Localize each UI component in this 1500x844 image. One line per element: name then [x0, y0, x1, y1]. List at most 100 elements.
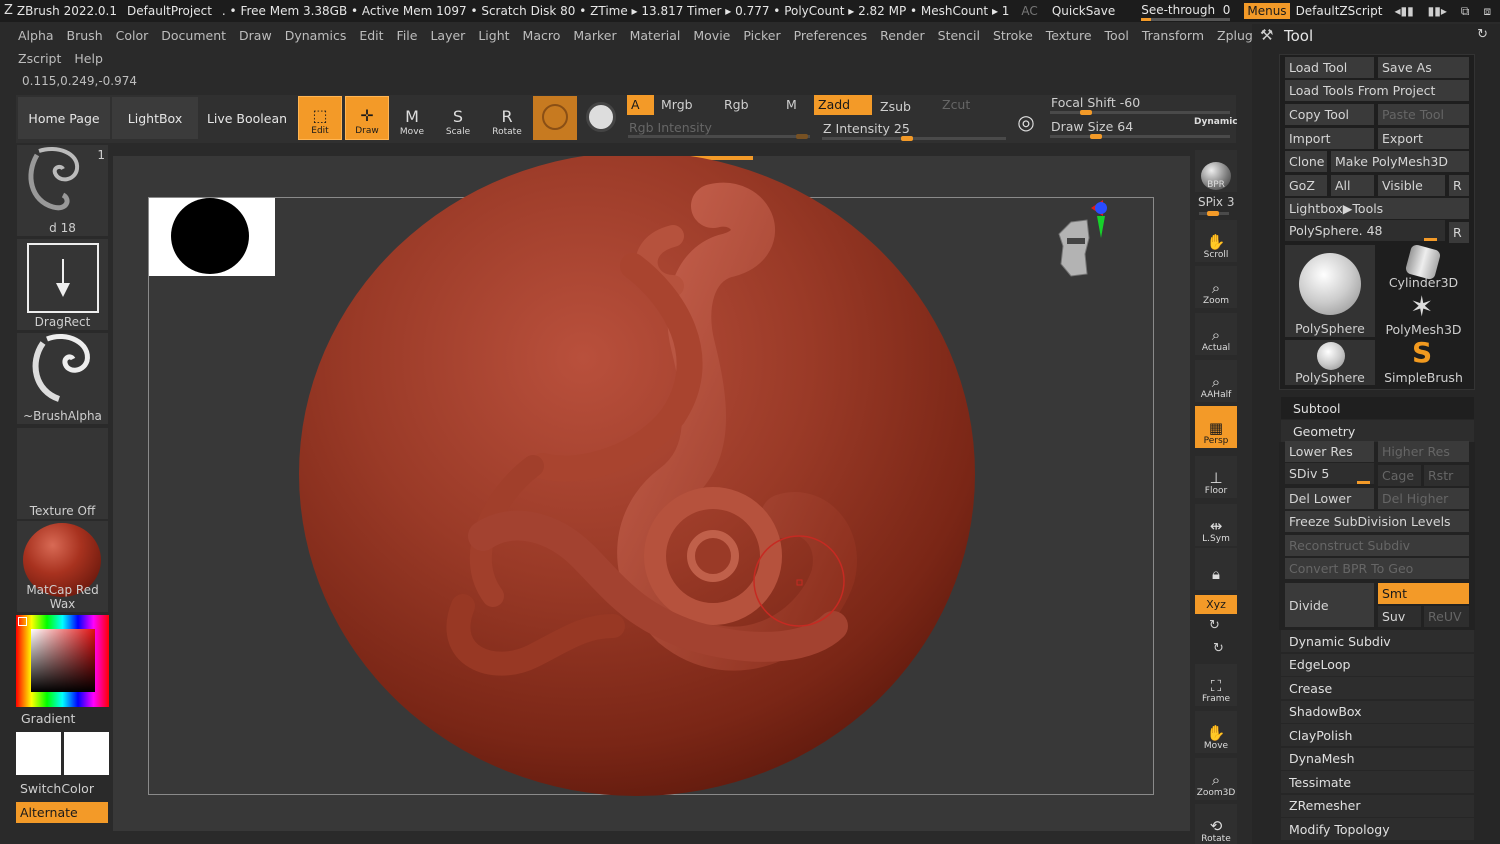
menu-help[interactable]: Help — [74, 51, 103, 66]
z-intensity-slider[interactable] — [822, 136, 1006, 141]
menu-stencil[interactable]: Stencil — [938, 28, 980, 43]
spix-slider[interactable] — [1199, 211, 1229, 216]
lsym-button[interactable]: ⇹ L.Sym — [1195, 504, 1237, 546]
zoom3d-button[interactable]: ⌕ Zoom3D — [1195, 758, 1237, 800]
layout-alt-icon[interactable]: ⧈ — [1483, 4, 1491, 19]
move-button[interactable]: M Move — [390, 96, 434, 140]
material-thumbnail[interactable]: MatCap Red Wax — [17, 521, 108, 612]
actual-button[interactable]: ⌕ Actual — [1195, 313, 1237, 355]
ui-grow-icon[interactable]: ▮▮▸ — [1428, 4, 1447, 18]
ac-toggle[interactable]: AC — [1021, 4, 1037, 18]
goz-r-button[interactable]: R — [1449, 175, 1469, 196]
alpha-thumbnail[interactable]: ~BrushAlpha — [17, 333, 108, 424]
menu-macro[interactable]: Macro — [523, 28, 561, 43]
goz-button[interactable]: GoZ — [1285, 175, 1327, 196]
load-tools-from-project-button[interactable]: Load Tools From Project — [1285, 80, 1469, 101]
menu-marker[interactable]: Marker — [573, 28, 616, 43]
higher-res-button[interactable]: Higher Res — [1378, 441, 1469, 462]
geometry-section[interactable]: Geometry — [1281, 420, 1474, 442]
mrgb-toggle[interactable]: Mrgb — [661, 97, 693, 112]
make-polymesh3d-button[interactable]: Make PolyMesh3D — [1331, 151, 1469, 172]
color-picker[interactable] — [16, 615, 109, 707]
edit-button[interactable]: ⬚ Edit — [298, 96, 342, 140]
menu-texture[interactable]: Texture — [1046, 28, 1092, 43]
menu-material[interactable]: Material — [630, 28, 681, 43]
section-modify-topology[interactable]: Modify Topology — [1281, 818, 1474, 840]
section-shadowbox[interactable]: ShadowBox — [1281, 700, 1474, 723]
lock-button[interactable]: 🔒︎ — [1195, 548, 1237, 590]
quicksave-button[interactable]: QuickSave — [1052, 4, 1115, 18]
tool-thumb-polysphere-large[interactable]: PolySphere — [1285, 245, 1375, 337]
menu-picker[interactable]: Picker — [743, 28, 780, 43]
tool-thumb-simplebrush[interactable]: S SimpleBrush — [1378, 336, 1469, 385]
export-button[interactable]: Export — [1378, 128, 1469, 149]
color-picker-square[interactable] — [31, 629, 95, 692]
draw-size-slider[interactable] — [1050, 134, 1230, 139]
zcut-toggle[interactable]: Zcut — [942, 97, 970, 112]
draw-button[interactable]: ✛ Draw — [345, 96, 389, 140]
goz-visible-button[interactable]: Visible — [1378, 175, 1445, 196]
save-as-button[interactable]: Save As — [1378, 57, 1469, 78]
section-dynamic-subdiv[interactable]: Dynamic Subdiv — [1281, 630, 1474, 652]
floor-button[interactable]: ⊥ Floor — [1195, 456, 1237, 498]
bpr-button[interactable]: BPR — [1195, 150, 1237, 192]
default-zscript-button[interactable]: DefaultZScript — [1296, 4, 1383, 18]
menus-button[interactable]: Menus — [1244, 3, 1290, 19]
tool-thumb-polymesh3d[interactable]: ✶ PolyMesh3D — [1378, 290, 1469, 337]
menu-zscript[interactable]: Zscript — [18, 51, 61, 66]
menu-edit[interactable]: Edit — [359, 28, 383, 43]
xyz-toggle[interactable]: Xyz — [1195, 595, 1237, 614]
tool-thumb-polysphere-small[interactable]: PolySphere — [1285, 340, 1375, 385]
rgb-intensity-slider[interactable] — [628, 134, 810, 139]
zoom-button[interactable]: ⌕ Zoom — [1195, 266, 1237, 308]
menu-file[interactable]: File — [397, 28, 418, 43]
load-tool-button[interactable]: Load Tool — [1285, 57, 1374, 78]
spix-label[interactable]: SPix 3 — [1198, 195, 1234, 209]
m-toggle[interactable]: M — [786, 97, 797, 112]
rgb-toggle[interactable]: Rgb — [724, 97, 749, 112]
del-lower-button[interactable]: Del Lower — [1285, 488, 1374, 509]
menu-render[interactable]: Render — [880, 28, 925, 43]
menu-document[interactable]: Document — [161, 28, 226, 43]
current-tool-slider[interactable]: PolySphere. 48 — [1285, 220, 1445, 241]
brush-thumbnail[interactable]: 1 d 18 — [17, 145, 108, 236]
scale-button[interactable]: S Scale — [436, 96, 480, 140]
zadd-toggle[interactable]: Zadd — [814, 95, 872, 115]
del-higher-button[interactable]: Del Higher — [1378, 488, 1469, 509]
menu-light[interactable]: Light — [478, 28, 509, 43]
palette-refresh-icon[interactable]: ↻ — [1477, 27, 1488, 42]
section-tessimate[interactable]: Tessimate — [1281, 771, 1474, 793]
menu-color[interactable]: Color — [116, 28, 149, 43]
focal-shift-slider[interactable] — [1050, 110, 1230, 115]
layout-icon[interactable]: ⧉ — [1461, 4, 1470, 19]
suv-toggle[interactable]: Suv — [1378, 606, 1421, 627]
zsub-toggle[interactable]: Zsub — [880, 99, 911, 114]
menu-stroke[interactable]: Stroke — [993, 28, 1033, 43]
canvas-viewport[interactable] — [113, 156, 1190, 831]
rotate-y-icon[interactable]: ↻ — [1209, 618, 1220, 633]
seethrough-slider[interactable]: See-through 0 — [1141, 3, 1231, 21]
rotate-view-button[interactable]: ⟲ Rotate — [1195, 804, 1237, 844]
subtool-section[interactable]: Subtool — [1281, 397, 1474, 419]
menu-brush[interactable]: Brush — [67, 28, 103, 43]
rotate-z-icon[interactable]: ↻ — [1213, 641, 1224, 656]
convert-bpr-to-geo-button[interactable]: Convert BPR To Geo — [1285, 558, 1469, 579]
reconstruct-subdiv-button[interactable]: Reconstruct Subdiv — [1285, 535, 1469, 556]
dynamic-toggle[interactable]: Dynamic — [1194, 117, 1238, 127]
menu-draw[interactable]: Draw — [239, 28, 272, 43]
lightbox-tools-button[interactable]: Lightbox▶Tools — [1285, 198, 1469, 219]
section-edgeloop[interactable]: EdgeLoop — [1281, 653, 1474, 676]
divide-button[interactable]: Divide — [1285, 583, 1374, 627]
switchcolor-button[interactable]: SwitchColor — [20, 781, 94, 796]
lazy-mouse-button[interactable]: ◎ — [1004, 96, 1048, 140]
freeze-subdivision-button[interactable]: Freeze SubDivision Levels — [1285, 511, 1469, 532]
menu-transform[interactable]: Transform — [1142, 28, 1204, 43]
cage-button[interactable]: Cage — [1378, 465, 1421, 486]
navigation-head-icon[interactable] — [1057, 198, 1117, 308]
aahalf-button[interactable]: ⌕ AAHalf — [1195, 360, 1237, 402]
tool-thumb-cylinder3d[interactable]: Cylinder3D — [1378, 243, 1469, 290]
stroke-thumbnail[interactable]: DragRect — [17, 239, 108, 330]
texture-thumbnail[interactable]: Texture Off — [17, 428, 108, 519]
lightbox-button[interactable]: LightBox — [112, 97, 198, 139]
rstr-button[interactable]: Rstr — [1424, 465, 1469, 486]
